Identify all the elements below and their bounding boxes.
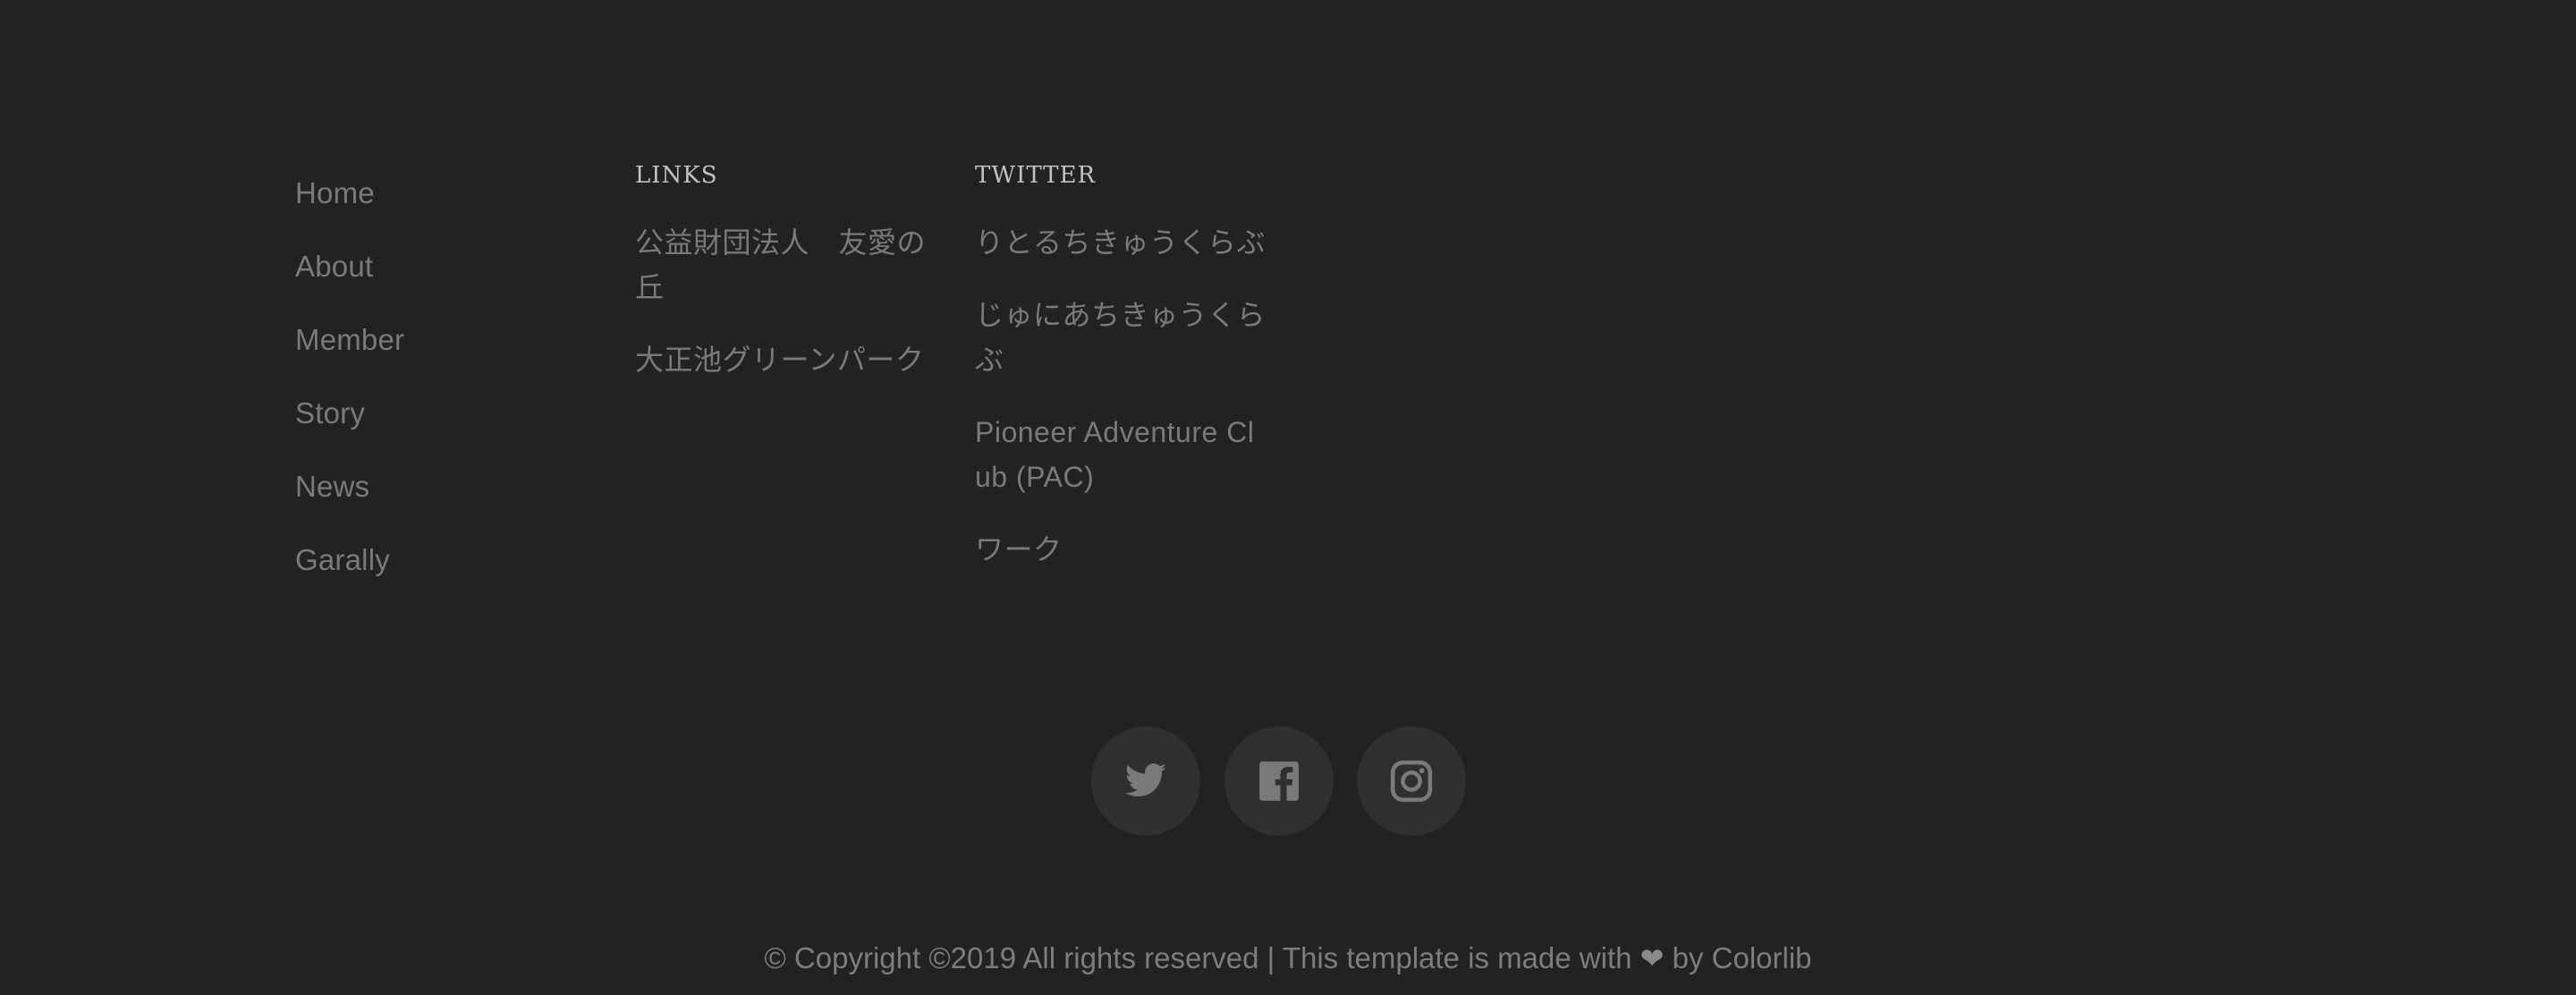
- twitter-button[interactable]: [1091, 727, 1200, 836]
- footer-nav-garally[interactable]: Garally: [295, 542, 564, 578]
- links-heading: LINKS: [635, 162, 718, 189]
- footer-nav-news[interactable]: News: [295, 469, 564, 505]
- twitter-link-work[interactable]: ワーク: [975, 527, 1270, 572]
- footer-nav-list: Home About Member Story News Garally: [295, 175, 564, 578]
- footer-twitter-column: TWITTER りとるちきゅうくらぶ じゅにあちきゅうくらぶ Pioneer A…: [975, 161, 1270, 600]
- footer-links-column: LINKS 公益財団法人 友愛の丘 大正池グリーンパーク: [635, 161, 930, 410]
- instagram-button[interactable]: [1357, 727, 1466, 836]
- copyright-credit-link[interactable]: by Colorlib: [1673, 941, 1812, 974]
- heart-icon: ❤: [1640, 942, 1665, 974]
- facebook-icon: [1259, 761, 1299, 801]
- instagram-icon: [1390, 760, 1433, 803]
- social-links: [1091, 727, 1467, 836]
- twitter-list: りとるちきゅうくらぶ じゅにあちきゅうくらぶ Pioneer Adventure…: [975, 220, 1270, 572]
- twitter-link-junior-chikyu[interactable]: じゅにあちきゅうくらぶ: [975, 293, 1270, 382]
- copyright-prefix: © Copyright ©2019 All rights reserved | …: [764, 941, 1632, 974]
- twitter-link-little-chikyu[interactable]: りとるちきゅうくらぶ: [975, 220, 1270, 265]
- footer-nav-member[interactable]: Member: [295, 322, 564, 358]
- link-taishoike-green-park[interactable]: 大正池グリーンパーク: [635, 337, 930, 382]
- copyright-text: © Copyright ©2019 All rights reserved | …: [0, 939, 2576, 978]
- footer-nav-about[interactable]: About: [295, 249, 564, 285]
- links-list: 公益財団法人 友愛の丘 大正池グリーンパーク: [635, 220, 930, 382]
- site-footer: Home About Member Story News Garally LIN…: [0, 0, 2576, 995]
- footer-nav: Home About Member Story News Garally: [295, 175, 564, 616]
- twitter-icon: [1124, 763, 1166, 797]
- footer-nav-home[interactable]: Home: [295, 175, 564, 211]
- footer-nav-story[interactable]: Story: [295, 395, 564, 431]
- twitter-heading: TWITTER: [975, 162, 1097, 189]
- facebook-button[interactable]: [1224, 727, 1334, 836]
- twitter-link-pac[interactable]: Pioneer Adventure Club (PAC): [975, 410, 1270, 499]
- link-yuai-no-oka[interactable]: 公益財団法人 友愛の丘: [635, 220, 930, 310]
